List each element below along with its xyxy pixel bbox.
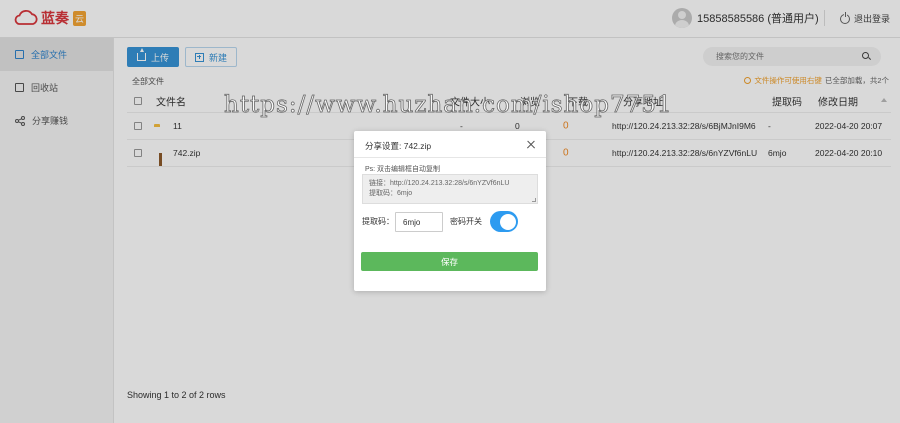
share-code-line: 提取码：6mjo bbox=[369, 190, 413, 197]
resize-handle[interactable] bbox=[532, 198, 536, 202]
save-button[interactable]: 保存 bbox=[361, 252, 538, 271]
share-link-line: 链接：http://120.24.213.32:28/s/6nYZVf6nLU bbox=[369, 180, 510, 187]
share-settings-dialog: 分享设置: 742.zip Ps: 双击编辑框自动复制 链接：http://12… bbox=[354, 131, 546, 291]
share-info-textarea[interactable]: 链接：http://120.24.213.32:28/s/6nYZVf6nLU … bbox=[362, 174, 538, 204]
dialog-hint: Ps: 双击编辑框自动复制 bbox=[365, 166, 441, 173]
dialog-title: 分享设置: 742.zip bbox=[365, 141, 432, 151]
close-icon[interactable] bbox=[525, 138, 537, 150]
password-toggle[interactable] bbox=[490, 211, 518, 232]
code-input[interactable] bbox=[395, 212, 443, 232]
dialog-divider bbox=[354, 157, 546, 158]
watermark: https://www.huzhan.com/ishop7751 bbox=[224, 92, 673, 119]
code-label: 提取码： bbox=[362, 217, 394, 226]
password-switch-label: 密码开关 bbox=[450, 217, 482, 226]
toggle-knob bbox=[500, 213, 516, 230]
